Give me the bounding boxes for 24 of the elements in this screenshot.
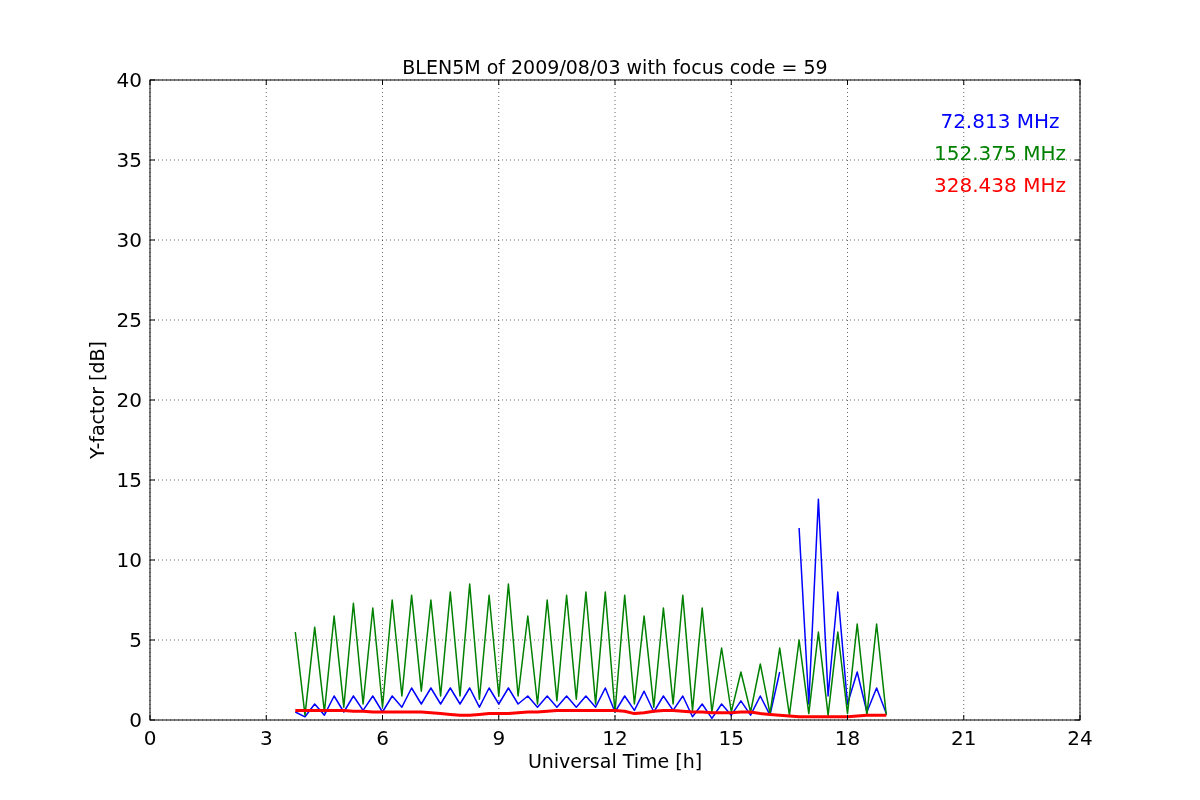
y-tick-label: 25: [116, 308, 142, 332]
legend-label: 72.813 MHz: [940, 109, 1060, 133]
x-tick-label: 24: [1067, 726, 1093, 750]
y-tick-label: 5: [129, 628, 142, 652]
x-tick-label: 6: [376, 726, 389, 750]
y-tick-label: 30: [116, 228, 142, 252]
x-tick-label: 18: [834, 726, 861, 750]
x-axis-title: Universal Time [h]: [527, 750, 703, 772]
y-tick-label: 0: [129, 708, 142, 732]
chart-title: BLEN5M of 2009/08/03 with focus code = 59: [402, 56, 828, 78]
x-tick-label: 12: [602, 726, 628, 750]
y-tick-label: 35: [116, 148, 142, 172]
y-tick-label: 40: [116, 68, 142, 92]
y-tick-label: 20: [116, 388, 142, 412]
y-axis-title: Y-factor [dB]: [86, 341, 108, 459]
y-tick-label: 10: [116, 548, 142, 572]
x-tick-label: 0: [143, 726, 157, 750]
x-tick-label: 15: [718, 726, 744, 750]
x-tick-label: 9: [492, 726, 506, 750]
x-tick-label: 3: [259, 726, 273, 750]
y-tick-label: 15: [116, 468, 142, 492]
legend-label: 328.438 MHz: [934, 173, 1066, 197]
x-tick-label: 21: [951, 726, 977, 750]
legend-label: 152.375 MHz: [934, 141, 1066, 165]
